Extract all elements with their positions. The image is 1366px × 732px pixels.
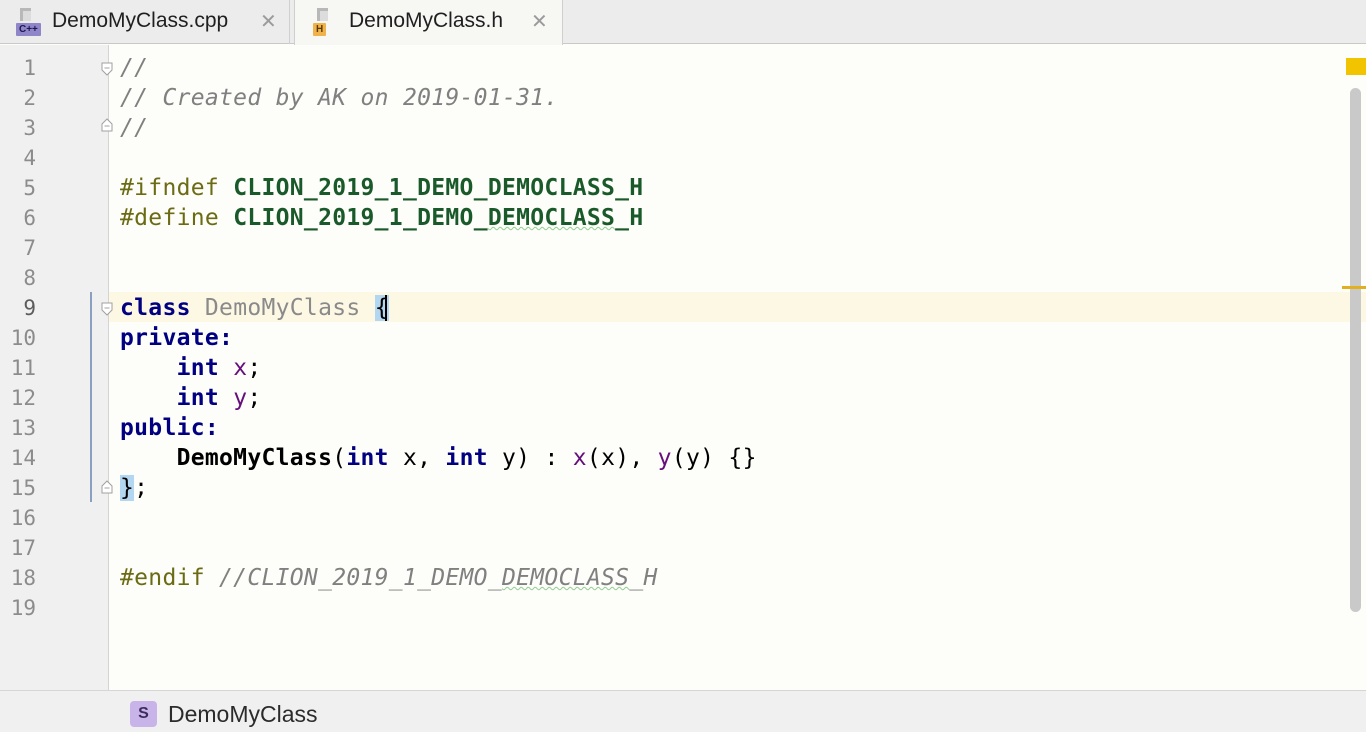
line-number: 19 — [10, 596, 36, 620]
directive: #endif — [120, 565, 205, 591]
code-line-1: // — [109, 53, 1350, 83]
comment: // — [120, 115, 149, 141]
line-number: 18 — [10, 566, 36, 590]
code-line-10: private: — [109, 323, 1350, 353]
line-number: 1 — [23, 56, 36, 80]
text-caret — [385, 295, 387, 321]
macro: CLION_2019_1_DEMO_DEMOCLASS_H — [233, 175, 644, 201]
code-line-6: #define CLION_2019_1_DEMO_DEMOCLASS_H — [109, 203, 1350, 233]
line-number: 2 — [23, 86, 36, 110]
code-line-13: public: — [109, 413, 1350, 443]
line-number: 12 — [10, 386, 36, 410]
line-number-gutter[interactable]: 1 2 3 4 5 6 7 8 9 10 11 12 13 14 15 16 1… — [0, 45, 109, 690]
header-file-icon: H — [313, 6, 343, 36]
directive: #ifndef — [120, 175, 220, 201]
struct-icon: S — [130, 701, 157, 727]
code-line-14: DemoMyClass(int x, int y) : x(x), y(y) {… — [176, 445, 757, 471]
line-number: 15 — [10, 476, 36, 500]
line-number: 16 — [10, 506, 36, 530]
tab-demomyclass-cpp[interactable]: C++ DemoMyClass.cpp ✕ — [0, 0, 290, 44]
error-stripe-marker[interactable] — [1342, 286, 1366, 289]
tab-demomyclass-h[interactable]: H DemoMyClass.h ✕ — [294, 0, 563, 45]
line-number: 5 — [23, 176, 36, 200]
code-line-3: // — [109, 113, 1350, 143]
breadcrumb-item[interactable]: DemoMyClass — [168, 699, 318, 729]
access-specifier: private: — [120, 325, 234, 351]
code-editor[interactable]: // // Created by AK on 2019-01-31. // #i… — [109, 45, 1350, 690]
editor-tab-bar: C++ DemoMyClass.cpp ✕ H DemoMyClass.h ✕ — [0, 0, 1366, 45]
cpp-file-icon: C++ — [16, 6, 46, 36]
keyword: class — [120, 295, 191, 321]
line-number: 7 — [23, 236, 36, 260]
code-line-2: // Created by AK on 2019-01-31. — [109, 83, 1350, 113]
code-line-12: int y; — [176, 385, 262, 411]
macro: CLION_2019_1_DEMO_DEMOCLASS_H — [233, 205, 644, 231]
structure-breadcrumb-bar: S DemoMyClass — [0, 690, 1366, 732]
access-specifier: public: — [120, 415, 220, 441]
line-number: 8 — [23, 266, 36, 290]
field: y — [233, 385, 248, 411]
class-name: DemoMyClass — [204, 295, 361, 321]
line-number: 14 — [10, 446, 36, 470]
line-number-current: 9 — [23, 296, 36, 320]
line-number: 13 — [10, 416, 36, 440]
code-line-5: #ifndef CLION_2019_1_DEMO_DEMOCLASS_H — [109, 173, 1350, 203]
code-line-18: #endif //CLION_2019_1_DEMO_DEMOCLASS_H — [109, 563, 1350, 593]
line-number: 17 — [10, 536, 36, 560]
line-number: 3 — [23, 116, 36, 140]
comment: //CLION_2019_1_DEMO_DEMOCLASS_H — [204, 565, 658, 591]
directive: #define — [120, 205, 220, 231]
line-number: 11 — [10, 356, 36, 380]
close-icon[interactable]: ✕ — [260, 9, 277, 34]
warning-marker-icon[interactable] — [1346, 58, 1366, 75]
field: x — [233, 355, 248, 381]
code-line-9: class DemoMyClass { — [109, 293, 1350, 323]
code-line-15: }; — [120, 475, 149, 501]
constructor-name: DemoMyClass — [176, 445, 333, 471]
line-number: 10 — [10, 326, 36, 350]
line-number: 4 — [23, 146, 36, 170]
line-number: 6 — [23, 206, 36, 230]
comment: // — [120, 55, 149, 81]
code-line-11: int x; — [176, 355, 262, 381]
scrollbar-thumb[interactable] — [1350, 88, 1361, 612]
tab-label: DemoMyClass.cpp — [52, 9, 229, 32]
tab-label: DemoMyClass.h — [349, 9, 504, 32]
brace-match: } — [120, 475, 135, 501]
close-icon[interactable]: ✕ — [531, 9, 548, 34]
scope-indent-guide — [90, 292, 92, 502]
comment: // Created by AK on 2019-01-31. — [120, 85, 559, 111]
